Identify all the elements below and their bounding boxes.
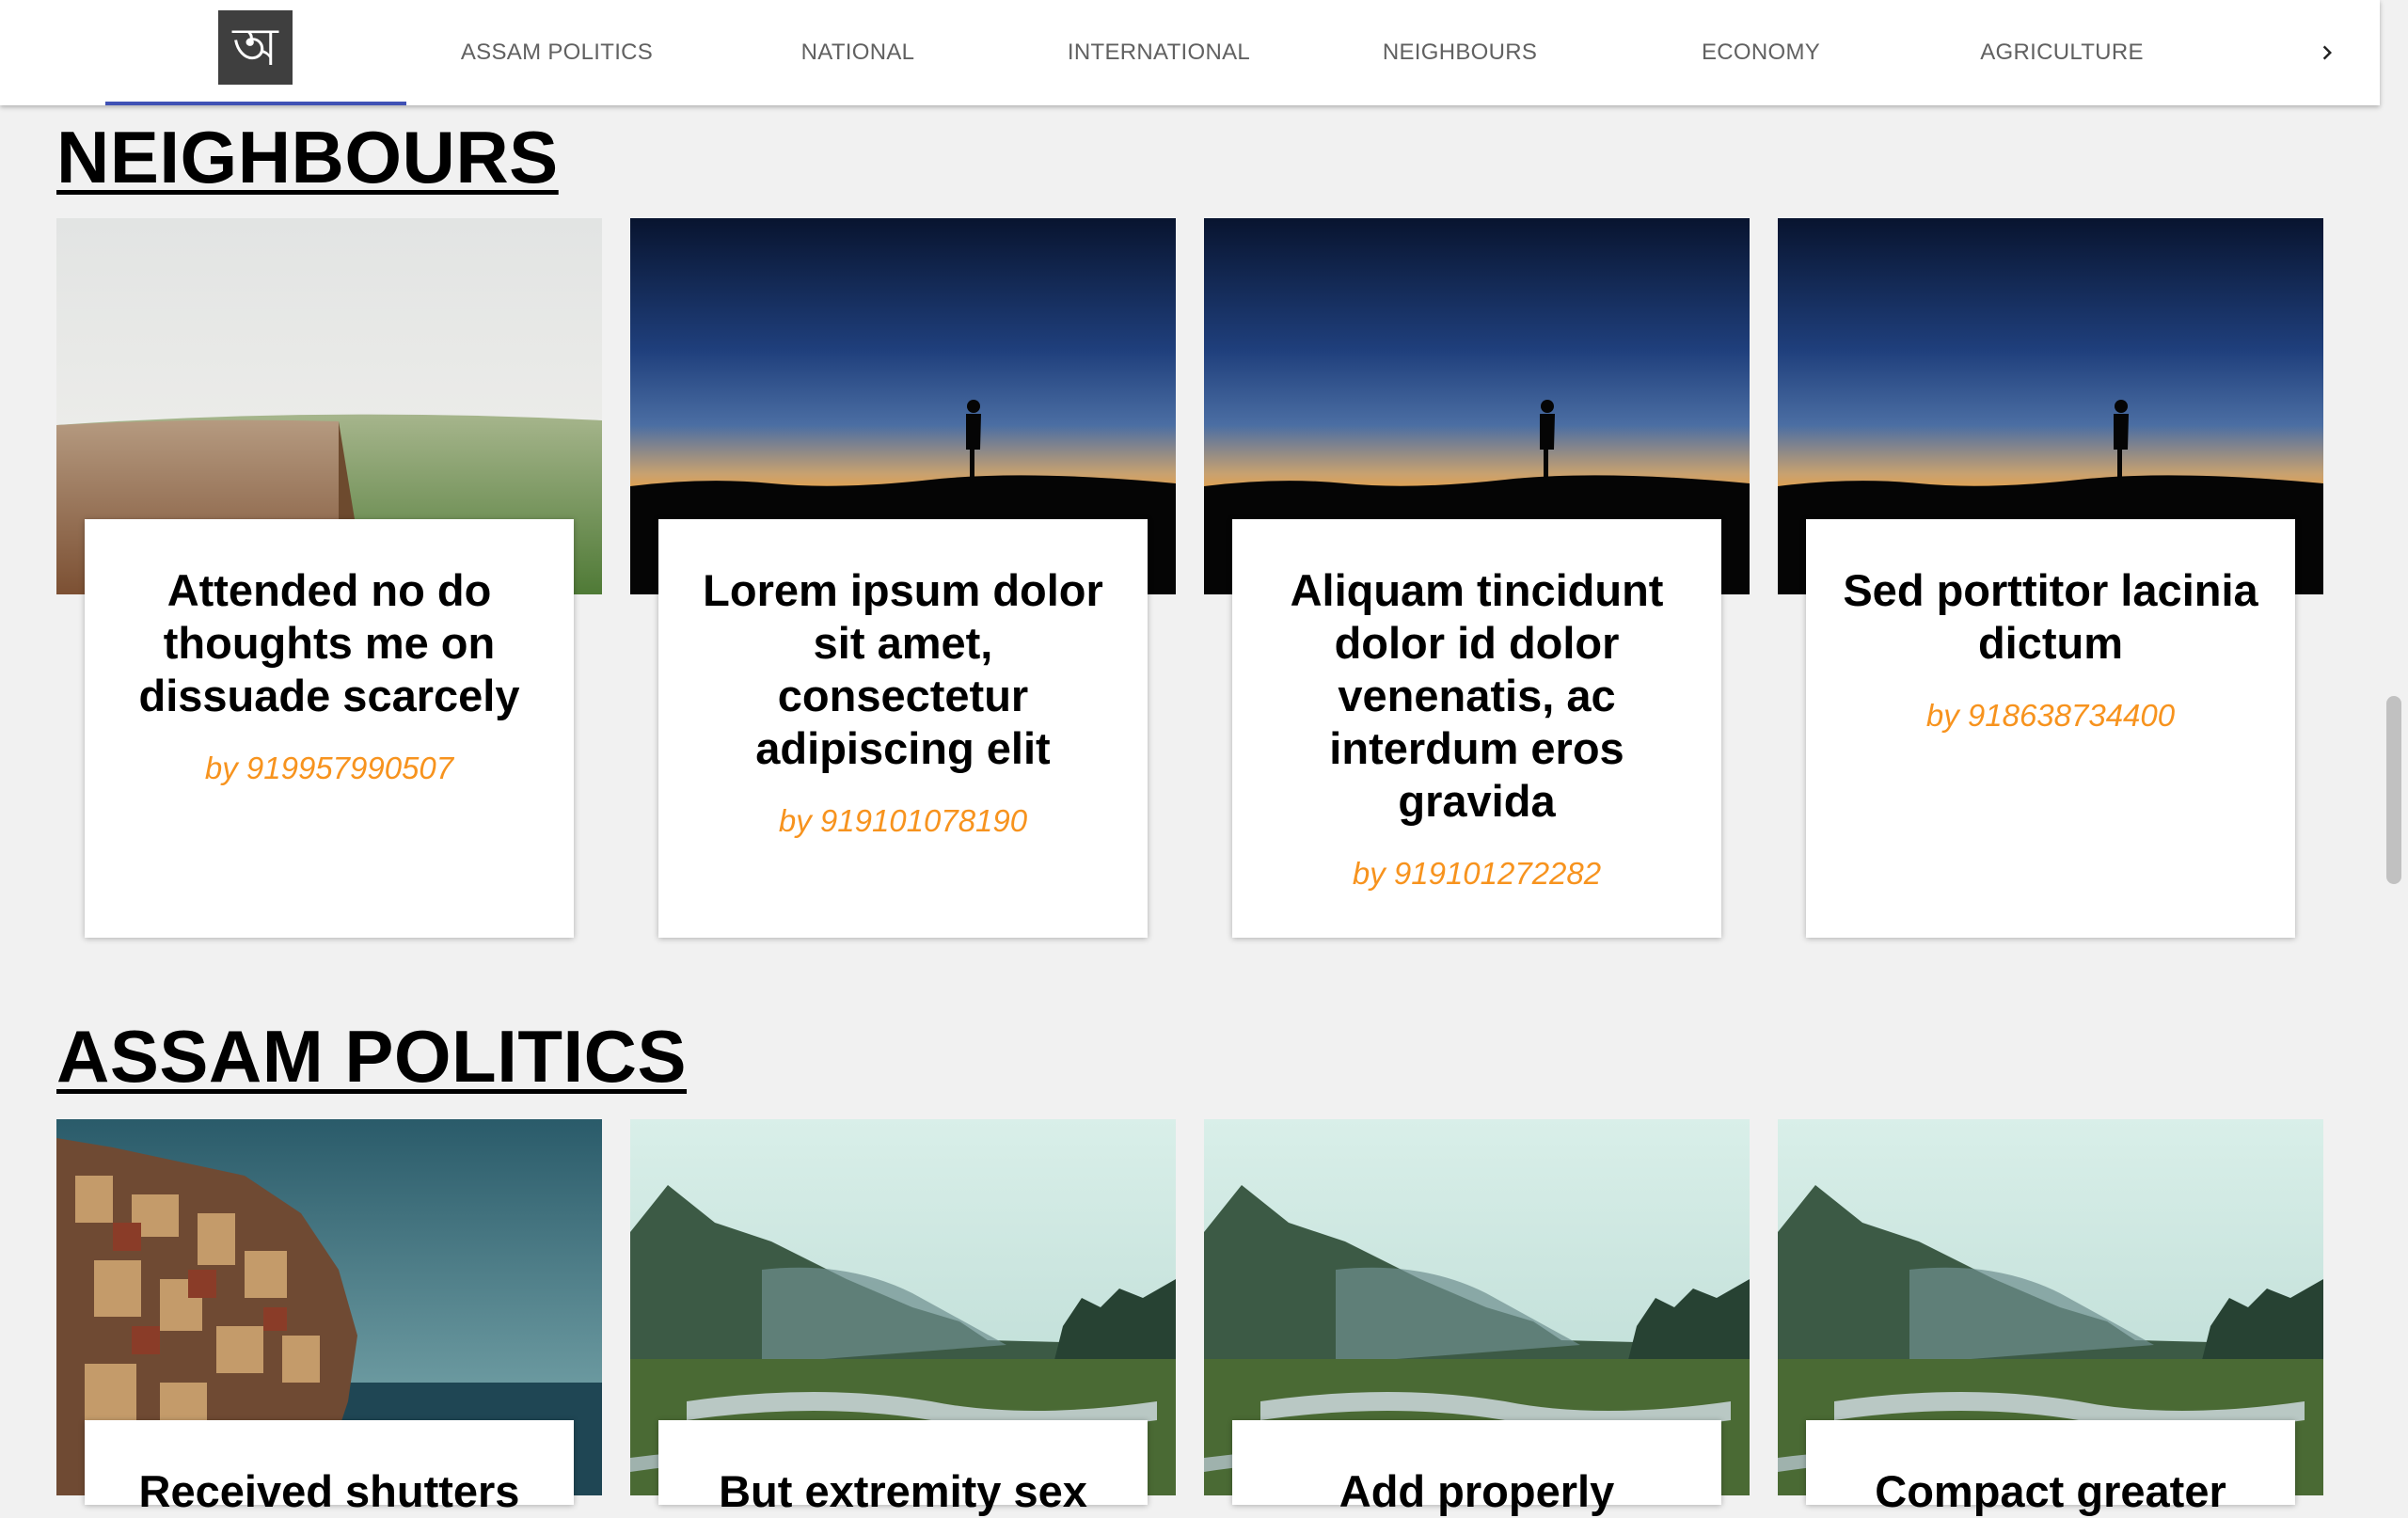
article-card[interactable]: Attended no do thoughts me on dissuade s…: [85, 519, 574, 938]
article-author: by 919101272282: [1352, 856, 1602, 891]
article-title[interactable]: Lorem ipsum dolor sit amet, consectetur …: [687, 564, 1119, 775]
article-title[interactable]: Add properly: [1260, 1465, 1693, 1518]
article-author: by 919101078190: [778, 803, 1028, 838]
nav-item-international[interactable]: INTERNATIONAL: [1008, 0, 1309, 105]
nav-item-national[interactable]: NATIONAL: [707, 0, 1008, 105]
article-title[interactable]: Compact greater: [1834, 1465, 2267, 1518]
top-nav: অ ASSAM POLITICS NATIONAL INTERNATIONAL …: [0, 0, 2380, 105]
nav-item-assam-politics[interactable]: ASSAM POLITICS: [406, 0, 707, 105]
home-tab[interactable]: অ: [105, 0, 406, 105]
section-title-neighbours[interactable]: NEIGHBOURS: [56, 115, 559, 200]
article-title[interactable]: Aliquam tincidunt dolor id dolor venenat…: [1260, 564, 1693, 828]
active-tab-indicator: [105, 102, 406, 105]
scrollbar-thumb[interactable]: [2386, 696, 2401, 884]
article-card[interactable]: But extremity sex: [658, 1420, 1148, 1516]
nav-item-economy[interactable]: ECONOMY: [1610, 0, 1911, 105]
article-card[interactable]: Lorem ipsum dolor sit amet, consectetur …: [658, 519, 1148, 938]
article-title[interactable]: But extremity sex: [687, 1465, 1119, 1518]
article-card[interactable]: Add properly: [1232, 1420, 1721, 1516]
nav-item-neighbours[interactable]: NEIGHBOURS: [1309, 0, 1610, 105]
site-logo[interactable]: অ: [218, 10, 293, 85]
article-author: by 918638734400: [1925, 698, 2176, 733]
nav-item-agriculture[interactable]: AGRICULTURE: [1911, 0, 2212, 105]
section-title-assam-politics[interactable]: ASSAM POLITICS: [56, 1014, 687, 1099]
article-title[interactable]: Received shutters: [113, 1465, 546, 1518]
article-title[interactable]: Attended no do thoughts me on dissuade s…: [113, 564, 546, 722]
page-scrollbar[interactable]: [2380, 0, 2408, 1505]
article-card[interactable]: Compact greater: [1806, 1420, 2295, 1516]
article-author: by 919957990507: [204, 751, 454, 785]
chevron-right-icon: [2322, 45, 2332, 60]
article-card[interactable]: Sed porttitor lacinia dictum by 91863873…: [1806, 519, 2295, 938]
article-card[interactable]: Received shutters: [85, 1420, 574, 1516]
nav-next-button[interactable]: [2288, 0, 2367, 105]
article-title[interactable]: Sed porttitor lacinia dictum: [1834, 564, 2267, 670]
article-card[interactable]: Aliquam tincidunt dolor id dolor venenat…: [1232, 519, 1721, 938]
